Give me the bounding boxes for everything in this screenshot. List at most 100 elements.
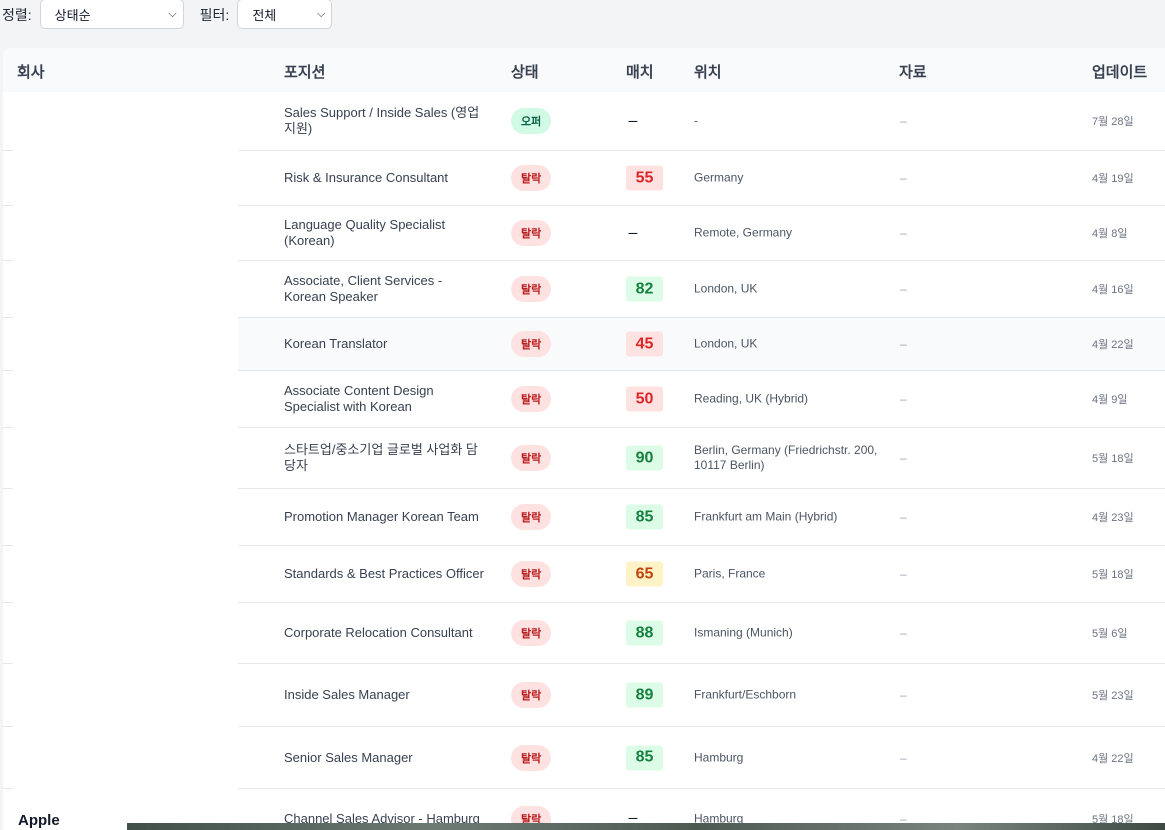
match-score: – [628,112,638,129]
position-title: Senior Sales Manager [284,749,413,765]
materials-text: – [900,451,907,465]
updated-date: 5월 6일 [1092,628,1128,640]
row-divider [3,205,13,206]
updated-date: 5월 18일 [1092,569,1134,581]
status-badge: 탈락 [511,445,552,471]
updated-date: 4월 22일 [1092,752,1134,765]
chevron-down-icon: ⌵ [316,7,326,20]
table-header: 회사 포지션 상태 매치 위치 자료 업데이트 [3,48,1165,92]
updated-date: 7월 28일 [1092,116,1134,128]
row-divider [3,150,13,151]
match-score: 85 [626,504,663,530]
position-title: 스타트업/중소기업 글로벌 사업화 담당자 [284,442,478,473]
position-title: Promotion Manager Korean Team [284,509,479,524]
materials-text: – [900,392,907,406]
filter-select[interactable]: 전체 ⌵ [237,0,333,29]
match-score: 89 [626,682,663,708]
materials-text: – [900,337,907,351]
updated-date: 5월 23일 [1092,690,1134,702]
sort-label: 정렬: [2,7,32,23]
updated-date: 4월 16일 [1092,284,1134,296]
updated-date: 4월 23일 [1092,512,1134,524]
location-text: Frankfurt/Eschborn [694,687,797,702]
row-divider [3,602,13,603]
updated-date: 4월 19일 [1092,173,1134,185]
row-divider [3,370,13,371]
chevron-down-icon: ⌵ [168,7,177,20]
status-badge: 탈락 [511,504,552,530]
header-position[interactable]: 포지션 [284,61,325,82]
location-text: Hamburg [694,750,744,764]
row-divider [3,788,13,789]
status-badge: 탈락 [511,220,552,246]
match-score: 82 [626,276,663,302]
location-text: Reading, UK (Hybrid) [694,391,809,406]
materials-text: – [900,171,907,185]
header-status[interactable]: 상태 [511,61,539,82]
location-text: Berlin, Germany (Friedrichstr. 200, 1011… [694,443,878,472]
company-name: Apple [18,812,60,829]
filter-label: 필터: [199,7,230,23]
materials-text: – [900,626,907,640]
position-title: Inside Sales Manager [284,687,410,702]
position-title: Sales Support / Inside Sales (영업지원) [284,105,480,136]
match-score: 90 [626,445,663,471]
status-badge: 탈락 [511,620,552,646]
materials-text: – [900,226,907,240]
match-score: 50 [626,386,663,412]
location-text: Ismaning (Munich) [694,625,793,640]
sort-select[interactable]: 상태순 ⌵ [39,0,184,29]
materials-text: – [900,567,907,581]
company-column [3,92,238,830]
updated-date: 4월 8일 [1092,228,1128,240]
filter-select-value: 전체 [252,7,277,23]
status-badge: 탈락 [511,561,552,587]
location-text: - [694,113,698,128]
match-score: 65 [626,561,663,587]
updated-date: 4월 22일 [1092,339,1134,351]
row-divider [3,427,13,428]
updated-date: 5월 18일 [1092,453,1134,465]
row-divider [3,726,13,727]
applications-table: 회사 포지션 상태 매치 위치 자료 업데이트 Sales Support / … [3,48,1165,830]
match-score: 55 [626,165,663,191]
position-title: Risk & Insurance Consultant [284,170,449,185]
materials-text: – [900,750,907,765]
match-score: 45 [626,331,663,357]
row-divider [3,260,13,261]
match-score: 88 [626,620,663,646]
location-text: Germany [694,170,744,185]
row-divider [3,488,13,489]
toolbar: 정렬: 상태순 ⌵ 필터: 전체 ⌵ [0,0,1165,30]
materials-text: – [900,282,907,296]
match-score: 85 [626,745,663,770]
status-badge: 오퍼 [511,108,552,134]
location-text: London, UK [694,281,758,296]
location-text: Frankfurt am Main (Hybrid) [694,509,838,524]
background-image-strip [127,823,1165,830]
location-text: Remote, Germany [694,225,793,240]
position-title: Language Quality Specialist (Korean) [284,217,446,248]
updated-date: 4월 9일 [1092,394,1128,406]
materials-text: – [900,510,907,524]
header-match[interactable]: 매치 [626,61,654,82]
position-title: Associate Content Design Specialist with… [284,383,434,414]
row-divider [3,317,13,318]
position-title: Corporate Relocation Consultant [284,625,473,640]
location-text: London, UK [694,336,758,351]
header-updated[interactable]: 업데이트 [1092,61,1147,82]
row-divider [3,663,13,664]
position-title: Korean Translator [284,336,388,351]
header-location[interactable]: 위치 [694,61,722,82]
status-badge: 탈락 [511,744,552,771]
header-company[interactable]: 회사 [17,61,45,82]
header-materials[interactable]: 자료 [899,61,927,82]
status-badge: 탈락 [511,386,552,412]
status-badge: 탈락 [511,331,552,357]
match-score: – [628,224,638,241]
materials-text: – [900,114,907,128]
location-text: Paris, France [694,566,766,581]
position-title: Associate, Client Services - Korean Spea… [284,273,443,304]
status-badge: 탈락 [511,276,552,302]
status-badge: 탈락 [511,165,552,191]
